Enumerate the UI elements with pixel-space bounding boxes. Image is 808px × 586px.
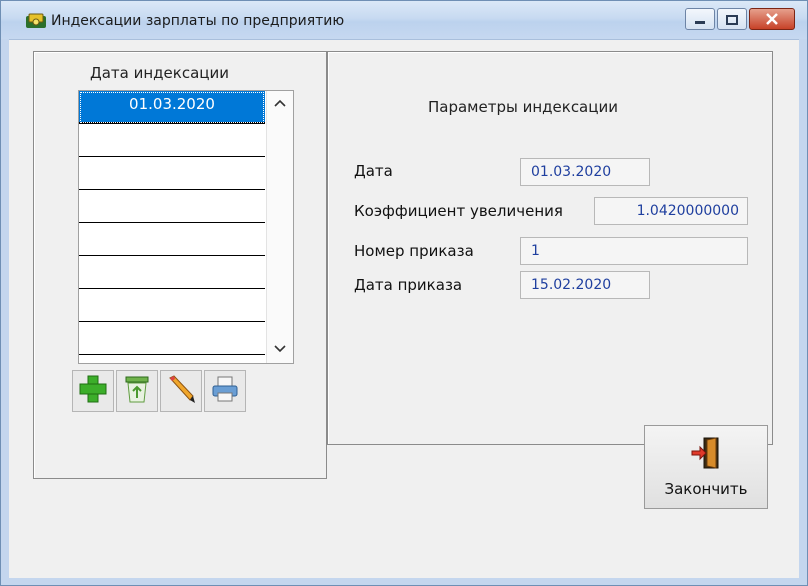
index-params-title: Параметры индексации	[428, 98, 618, 116]
index-params-panel: Параметры индексации Дата 01.03.2020 Коэ…	[327, 51, 773, 445]
list-rows: 01.03.2020	[79, 91, 265, 355]
minimize-icon	[694, 10, 706, 29]
date-field[interactable]: 01.03.2020	[520, 158, 650, 186]
list-item[interactable]	[79, 190, 265, 223]
chevron-up-icon[interactable]	[273, 97, 287, 111]
window-title: Индексации зарплаты по предприятию	[51, 13, 345, 29]
delete-icon	[122, 374, 152, 408]
title-bar[interactable]: Индексации зарплаты по предприятию	[1, 1, 807, 40]
finish-button[interactable]: Закончить	[644, 425, 768, 509]
app-window: Индексации зарплаты по предприятию Дата …	[0, 0, 808, 586]
maximize-icon	[726, 10, 738, 29]
coefficient-label: Коэффициент увеличения	[354, 202, 563, 220]
window-frame-left	[1, 39, 9, 585]
app-icon	[25, 12, 47, 30]
window-frame-right	[799, 39, 807, 585]
window-frame-bottom	[1, 577, 807, 585]
add-icon	[78, 374, 108, 408]
list-item[interactable]	[79, 289, 265, 322]
close-button[interactable]	[749, 8, 795, 30]
date-label: Дата	[354, 162, 393, 180]
list-item[interactable]	[79, 157, 265, 190]
exit-door-icon	[690, 436, 722, 474]
list-item[interactable]: 01.03.2020	[79, 91, 265, 124]
list-item[interactable]	[79, 322, 265, 355]
order-date-field[interactable]: 15.02.2020	[520, 271, 650, 299]
coefficient-field[interactable]: 1.0420000000	[594, 197, 748, 225]
index-dates-listbox[interactable]: 01.03.2020	[78, 90, 294, 364]
caption-buttons	[683, 8, 795, 30]
add-button[interactable]	[72, 370, 114, 412]
edit-button[interactable]	[160, 370, 202, 412]
list-toolbar	[72, 370, 248, 414]
order-date-label: Дата приказа	[354, 276, 463, 294]
maximize-button[interactable]	[717, 8, 747, 30]
order-number-label: Номер приказа	[354, 242, 474, 260]
minimize-button[interactable]	[685, 8, 715, 30]
list-item[interactable]	[79, 223, 265, 256]
list-scrollbar[interactable]	[266, 91, 293, 363]
list-item[interactable]	[79, 124, 265, 157]
order-number-field[interactable]: 1	[520, 237, 748, 265]
list-item[interactable]	[79, 256, 265, 289]
print-button[interactable]	[204, 370, 246, 412]
index-dates-title: Дата индексации	[90, 64, 229, 82]
close-icon	[765, 10, 779, 29]
edit-icon	[166, 374, 196, 408]
index-dates-panel: Дата индексации 01.03.2020	[33, 51, 327, 479]
chevron-down-icon[interactable]	[273, 343, 287, 357]
finish-label: Закончить	[664, 480, 748, 498]
print-icon	[210, 374, 240, 408]
delete-button[interactable]	[116, 370, 158, 412]
